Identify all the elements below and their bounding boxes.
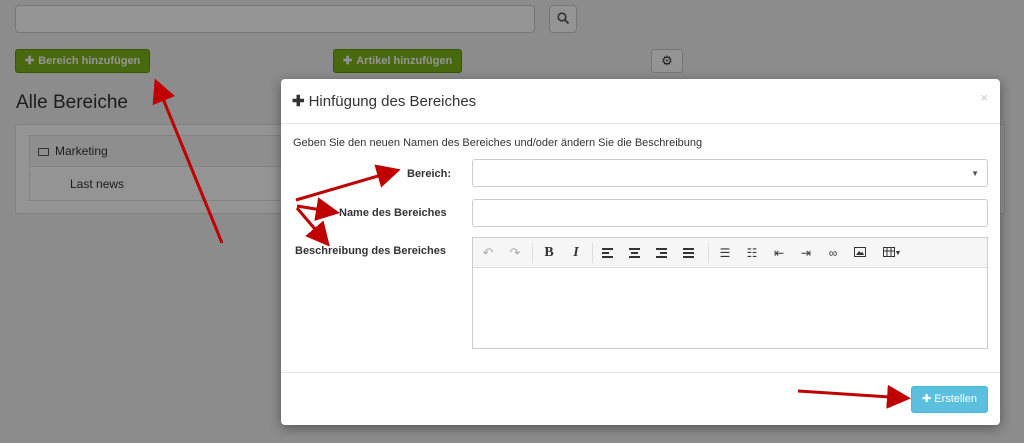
toolbar-divider [592, 243, 593, 263]
modal-header: ✚ Hinfügung des Bereiches × [281, 79, 1000, 124]
description-label: Beschreibung des Bereiches [295, 245, 447, 257]
name-label: Name des Bereiches [339, 207, 447, 219]
editor-toolbar: ↶ ↷ B I ☰ ☷ ⇤ ⇥ ∞ ▼ [473, 238, 987, 268]
indent-icon[interactable]: ⇥ [796, 238, 816, 268]
outdent-icon[interactable]: ⇤ [769, 238, 789, 268]
create-button[interactable]: ✚ Erstellen [911, 386, 988, 413]
modal-intro-text: Geben Sie den neuen Namen des Bereiches … [293, 137, 703, 149]
align-left-icon[interactable] [602, 248, 613, 258]
plus-icon: ✚ [921, 393, 932, 405]
table-icon[interactable]: ▼ [877, 238, 907, 268]
name-input[interactable] [472, 199, 988, 227]
plus-icon: ✚ [292, 93, 305, 110]
bullet-list-icon[interactable]: ☰ [715, 238, 735, 268]
area-label: Bereich: [407, 168, 452, 180]
justify-icon[interactable] [683, 248, 694, 258]
area-select[interactable]: ▼ [472, 159, 988, 187]
modal-title: ✚ Hinfügung des Bereiches [292, 93, 477, 110]
align-center-icon[interactable] [629, 248, 640, 258]
image-icon[interactable] [850, 238, 870, 268]
align-right-icon[interactable] [656, 248, 667, 258]
redo-icon[interactable]: ↷ [505, 238, 525, 268]
numbered-list-icon[interactable]: ☷ [742, 238, 762, 268]
modal-footer [281, 372, 1000, 425]
add-area-modal: ✚ Hinfügung des Bereiches × Geben Sie den… [281, 79, 1000, 425]
close-icon[interactable]: × [980, 90, 988, 105]
link-icon[interactable]: ∞ [823, 238, 843, 268]
chevron-down-icon: ▼ [971, 169, 979, 178]
description-editor[interactable]: ↶ ↷ B I ☰ ☷ ⇤ ⇥ ∞ ▼ [472, 237, 988, 349]
undo-icon[interactable]: ↶ [478, 238, 498, 268]
toolbar-divider [708, 243, 709, 263]
toolbar-divider [532, 243, 533, 263]
italic-icon[interactable]: I [566, 238, 586, 268]
bold-icon[interactable]: B [539, 238, 559, 268]
